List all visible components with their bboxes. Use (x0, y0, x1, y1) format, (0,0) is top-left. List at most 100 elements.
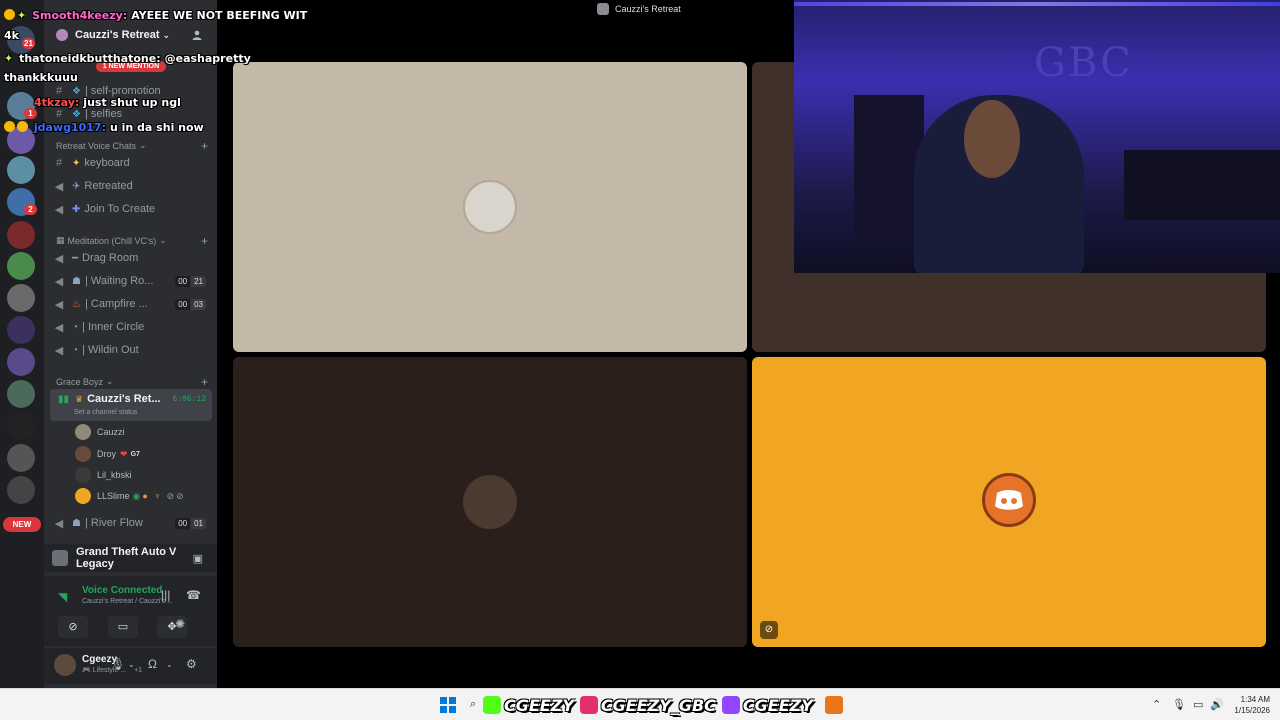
channel-label: | selfies (84, 108, 123, 120)
headphones-icon[interactable]: Ω (148, 657, 157, 671)
voice-member[interactable]: Droy ❤ G7 (75, 445, 140, 463)
settings-gear-icon[interactable]: ⚙ (186, 657, 197, 671)
game-icon (52, 550, 68, 566)
camera-off-button[interactable]: ⊘ (58, 616, 88, 638)
speaker-icon: ◀ (54, 252, 64, 265)
network-icon[interactable]: ▭ (1193, 698, 1203, 711)
channel-waiting-room[interactable]: ◀ ☗ | Waiting Ro... 00 21 (52, 271, 212, 291)
server-icon[interactable] (7, 316, 35, 344)
channel-join-to-create[interactable]: ◀ ✚ Join To Create (52, 199, 212, 219)
chat-text: u in da shi now (109, 121, 204, 134)
wave-icon: ◔ (72, 344, 79, 356)
chat-message: thankkkuuu (4, 71, 78, 84)
microphone-tray-icon[interactable]: 🎙 (1172, 698, 1186, 711)
chat-username: thatoneidkbutthatone: (19, 52, 161, 65)
category-retreat-voice-chats[interactable]: Retreat Voice Chats ⌄ + (56, 139, 208, 153)
chat-message: ✦ Smooth4keezy: AYEEE WE NOT BEEFING WIT (4, 9, 307, 22)
screen-share-button[interactable]: ▭ (108, 616, 138, 638)
microphone-icon[interactable]: 🎙 (110, 657, 125, 671)
chat-text: AYEEE WE NOT BEEFING WIT (131, 9, 308, 22)
channel-retreated[interactable]: ◀ ✈ Retreated (52, 176, 212, 196)
volume-icon[interactable]: 🔊 (1210, 698, 1224, 711)
channel-wildin-out[interactable]: ◀ ◔ | Wildin Out (52, 340, 212, 360)
speaker-icon: ◀ (54, 203, 64, 216)
server-icon[interactable] (7, 444, 35, 472)
avatar (75, 424, 91, 440)
server-icon[interactable] (7, 252, 35, 280)
noise-suppression-icon[interactable]: ||| (161, 588, 170, 602)
led-strip (794, 2, 1280, 6)
participant-tile[interactable] (233, 357, 747, 647)
server-icon[interactable] (7, 380, 35, 408)
server-icon[interactable] (7, 412, 35, 440)
chevron-down-icon[interactable]: ⌄ (166, 660, 173, 669)
channel-river-flow[interactable]: ◀ ☗ | River Flow 00 01 (52, 513, 212, 533)
voice-status[interactable]: Voice Connected (82, 585, 162, 596)
speaker-icon: ◀ (54, 344, 64, 357)
server-icon[interactable] (7, 284, 35, 312)
channel-label: | Inner Circle (82, 321, 145, 333)
search-icon[interactable]: ⌕ (470, 698, 476, 711)
participant-tile[interactable]: ⊘ (752, 357, 1266, 647)
overlay-icon[interactable]: ▣ (193, 552, 203, 565)
member-tag: G7 (130, 450, 140, 458)
chat-message: jdawg1017: u in da shi now (4, 121, 204, 134)
category-grace-boyz[interactable]: Grace Boyz ⌄ + (56, 375, 208, 389)
voice-connection-panel: ◥ Voice Connected Cauzzi's Retreat / Cau… (44, 576, 217, 646)
soundboard-icon[interactable]: ✺ (175, 617, 185, 631)
avatar[interactable] (54, 654, 76, 676)
voice-location[interactable]: Cauzzi's Retreat / Cauzzi's ... (82, 598, 173, 605)
voice-member[interactable]: LLSlime ◉ ● ♆ ⊘ ⊘ (75, 487, 184, 505)
active-voice-channel[interactable]: ▮▮ ♛ Cauzzi's Ret... 6:06:12 Set a chann… (50, 389, 212, 421)
voice-member[interactable]: Cauzzi (75, 423, 125, 441)
add-channel-icon[interactable]: + (201, 375, 208, 389)
grid-icon: ▦ (56, 235, 65, 245)
mention-badge: 2 (24, 204, 37, 215)
speaker-icon: ◀ (54, 275, 64, 288)
sub-badge-icon (4, 121, 15, 132)
clock-time: 1:34 AM (1240, 695, 1270, 704)
chat-username: Smooth4keezy: (32, 9, 128, 22)
server-icon[interactable] (7, 476, 35, 504)
channel-keyboard[interactable]: # ✦ keyboard (52, 153, 212, 173)
server-icon[interactable] (7, 156, 35, 184)
sparkle-icon: ✦ (17, 9, 27, 22)
counter-current: 00 (175, 275, 191, 287)
taskbar-app-icon[interactable] (825, 696, 843, 714)
new-unread-pill[interactable]: NEW (3, 517, 41, 532)
server-icon[interactable] (7, 221, 35, 249)
windows-start-icon[interactable] (440, 697, 456, 713)
game-activity-bar[interactable]: Grand Theft Auto V Legacy ▣ (44, 544, 217, 572)
chat-text: thankkkuuu (4, 71, 78, 84)
participant-tile[interactable] (233, 62, 747, 352)
channel-inner-circle[interactable]: ◀ ◔ | Inner Circle (52, 317, 212, 337)
channel-thumbnail-icon (597, 3, 609, 15)
category-meditation[interactable]: ▦ Meditation (Chill VC's) ⌄ + (56, 234, 208, 248)
sub-badge-icon (17, 121, 28, 132)
channel-drag-room[interactable]: ◀ ━ Drag Room (52, 248, 212, 268)
channel-status-prompt[interactable]: Set a channel status (74, 409, 137, 416)
disconnect-icon[interactable]: ☎ (186, 588, 201, 602)
voice-member[interactable]: Lil_kbski (75, 466, 132, 484)
member-name: Droy (97, 449, 117, 459)
chevron-down-icon[interactable]: ⌄ (128, 660, 135, 669)
invite-people-icon[interactable] (191, 29, 203, 41)
desk (1124, 150, 1280, 220)
chevron-up-icon[interactable]: ⌃ (1152, 698, 1161, 711)
channel-campfire[interactable]: ◀ ♨ | Campfire ... 00 03 (52, 294, 212, 314)
system-clock[interactable]: 1:34 AM 1/15/2026 (1234, 694, 1270, 716)
call-timer: 6:06:12 (172, 395, 206, 404)
heart-icon: ❤ (120, 448, 128, 459)
channel-label: Drag Room (82, 252, 139, 264)
hashtag-icon: # (55, 108, 63, 120)
speaker-icon: ◀ (54, 517, 64, 530)
hashtag-icon: # (55, 157, 63, 169)
server-header[interactable]: Cauzzi's Retreat ⌄ (44, 24, 217, 46)
add-channel-icon[interactable]: + (201, 139, 208, 153)
chat-text: just shut up ngl (83, 96, 181, 109)
counter-limit: 01 (191, 517, 206, 529)
participant-avatar (463, 180, 517, 234)
server-icon[interactable] (7, 348, 35, 376)
add-channel-icon[interactable]: + (201, 234, 208, 248)
badge-icon: ◉ (132, 490, 141, 501)
